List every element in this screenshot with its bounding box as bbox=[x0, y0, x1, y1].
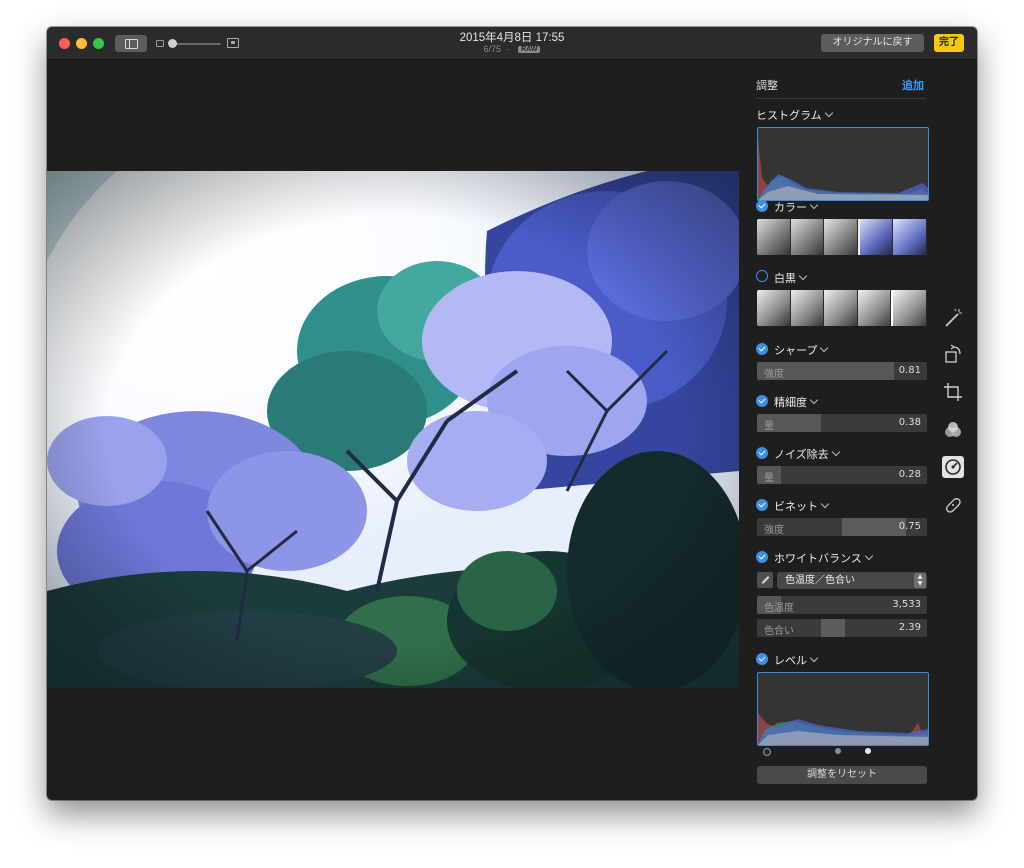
vignette-section-label: ビネット bbox=[774, 500, 818, 513]
levels-enabled-checkbox[interactable] bbox=[756, 653, 768, 665]
reset-adjustments-button[interactable]: 調整をリセット bbox=[757, 766, 927, 784]
slider-value: 0.75 bbox=[898, 521, 921, 532]
magic-wand-icon[interactable] bbox=[942, 307, 964, 329]
slider-label: 量 bbox=[764, 421, 774, 432]
color-thumb[interactable] bbox=[790, 219, 825, 255]
bw-thumb[interactable] bbox=[824, 290, 858, 326]
done-button[interactable]: 完了 bbox=[934, 34, 964, 52]
levels-midtone-handle[interactable] bbox=[835, 748, 841, 754]
white-balance-enabled-checkbox[interactable] bbox=[756, 551, 768, 563]
white-balance-mode-value: 色温度／色合い bbox=[785, 575, 855, 586]
slider-value: 0.28 bbox=[898, 469, 921, 480]
definition-section-label: 精細度 bbox=[774, 396, 807, 409]
vignette-section-header[interactable]: ビネット bbox=[774, 498, 830, 514]
crop-icon[interactable] bbox=[942, 381, 964, 403]
bw-thumb[interactable] bbox=[790, 290, 825, 326]
levels-white-point-handle[interactable] bbox=[865, 748, 871, 754]
sharpen-intensity-slider[interactable]: 強度 0.81 bbox=[757, 362, 927, 380]
photo-index: 6/75 bbox=[483, 44, 502, 54]
panel-heading: 調整 bbox=[756, 79, 778, 92]
vignette-enabled-checkbox[interactable] bbox=[756, 499, 768, 511]
slider-label: 強度 bbox=[764, 369, 784, 380]
panel-divider bbox=[756, 98, 926, 99]
bw-thumb-selected[interactable] bbox=[891, 290, 927, 326]
color-section-label: カラー bbox=[774, 201, 807, 214]
slider-value: 3,533 bbox=[892, 599, 921, 610]
noise-reduction-amount-slider[interactable]: 量 0.28 bbox=[757, 466, 927, 484]
photo-preview bbox=[47, 171, 739, 688]
adjust-icon[interactable] bbox=[942, 456, 964, 478]
histogram-header[interactable]: ヒストグラム bbox=[756, 107, 833, 123]
separator: · bbox=[506, 44, 510, 54]
histogram-label: ヒストグラム bbox=[756, 109, 822, 122]
slider-label: 強度 bbox=[764, 525, 784, 536]
white-balance-section-label: ホワイトバランス bbox=[774, 552, 862, 565]
sharpen-section-label: シャープ bbox=[774, 344, 818, 357]
slider-fill bbox=[842, 518, 906, 536]
chevron-down-icon bbox=[798, 271, 808, 281]
levels-section-header[interactable]: レベル bbox=[774, 652, 819, 668]
chevron-down-icon bbox=[809, 653, 819, 663]
slider-label: 色温度 bbox=[764, 603, 794, 614]
slider-label: 量 bbox=[764, 473, 774, 484]
definition-section-header[interactable]: 精細度 bbox=[774, 394, 819, 410]
chevron-down-icon bbox=[864, 551, 874, 561]
raw-badge: RAW bbox=[518, 46, 541, 53]
chevron-up-down-icon: ▲ ▼ bbox=[914, 573, 926, 588]
definition-amount-slider[interactable]: 量 0.38 bbox=[757, 414, 927, 432]
slider-label: 色合い bbox=[764, 626, 794, 637]
bw-thumb[interactable] bbox=[757, 290, 791, 326]
levels-section-label: レベル bbox=[774, 654, 807, 667]
noise-reduction-section-header[interactable]: ノイズ除去 bbox=[774, 446, 840, 462]
noise-reduction-section-label: ノイズ除去 bbox=[774, 448, 829, 461]
chevron-down-icon bbox=[809, 200, 819, 210]
color-thumb[interactable] bbox=[824, 219, 858, 255]
chevron-down-icon bbox=[820, 343, 829, 353]
retouch-bandage-icon[interactable] bbox=[942, 494, 964, 516]
slider-value: 0.38 bbox=[898, 417, 921, 428]
tint-slider[interactable]: 色合い 2.39 bbox=[757, 619, 927, 637]
filters-icon[interactable] bbox=[942, 419, 964, 441]
levels-histogram[interactable] bbox=[757, 672, 929, 746]
slider-value: 0.81 bbox=[898, 365, 921, 376]
revert-to-original-button[interactable]: オリジナルに戻す bbox=[821, 34, 924, 52]
color-section-header[interactable]: カラー bbox=[774, 199, 819, 215]
cherry-blossom-photo bbox=[47, 171, 739, 688]
bw-enabled-checkbox[interactable] bbox=[756, 270, 768, 282]
sharpen-enabled-checkbox[interactable] bbox=[756, 343, 768, 355]
bw-thumbnails[interactable] bbox=[757, 290, 927, 326]
bw-section-header[interactable]: 白黒 bbox=[774, 270, 808, 286]
title-bar: 2015年4月8日 17:55 6/75 · RAW オリジナルに戻す 完了 bbox=[47, 27, 977, 60]
white-balance-section-header[interactable]: ホワイトバランス bbox=[774, 550, 874, 566]
color-thumb[interactable] bbox=[893, 219, 927, 255]
chevron-down-icon bbox=[831, 447, 840, 457]
chevron-down-icon bbox=[820, 499, 830, 509]
bw-section-label: 白黒 bbox=[774, 272, 796, 285]
photos-edit-window: 2015年4月8日 17:55 6/75 · RAW オリジナルに戻す 完了 調… bbox=[47, 27, 977, 800]
chevron-down-icon bbox=[824, 108, 833, 118]
color-thumbnails[interactable] bbox=[757, 219, 927, 255]
histogram-graph bbox=[758, 138, 928, 200]
bw-thumb[interactable] bbox=[857, 290, 892, 326]
adjustments-panel: 調整 追加 ヒストグラム カラー 白黒 シャープ 強度 0.81 精細度 量 0… bbox=[750, 60, 932, 800]
histogram bbox=[757, 127, 929, 201]
sharpen-section-header[interactable]: シャープ bbox=[774, 342, 829, 358]
add-adjustment-button[interactable]: 追加 bbox=[902, 77, 924, 93]
color-thumb-selected[interactable] bbox=[857, 219, 894, 255]
slider-value: 2.39 bbox=[898, 622, 921, 633]
vignette-intensity-slider[interactable]: 強度 0.75 bbox=[757, 518, 927, 536]
white-balance-mode-select[interactable]: 色温度／色合い ▲ ▼ bbox=[777, 572, 927, 589]
levels-black-point-handle[interactable] bbox=[763, 748, 771, 756]
rotate-icon[interactable] bbox=[942, 343, 964, 365]
temperature-slider[interactable]: 色温度 3,533 bbox=[757, 596, 927, 614]
levels-graph bbox=[758, 713, 928, 745]
color-enabled-checkbox[interactable] bbox=[756, 200, 768, 212]
noise-reduction-enabled-checkbox[interactable] bbox=[756, 447, 768, 459]
slider-fill bbox=[821, 619, 845, 637]
eyedropper-icon[interactable] bbox=[757, 572, 773, 588]
color-thumb[interactable] bbox=[757, 219, 791, 255]
definition-enabled-checkbox[interactable] bbox=[756, 395, 768, 407]
chevron-down-icon bbox=[809, 395, 819, 405]
